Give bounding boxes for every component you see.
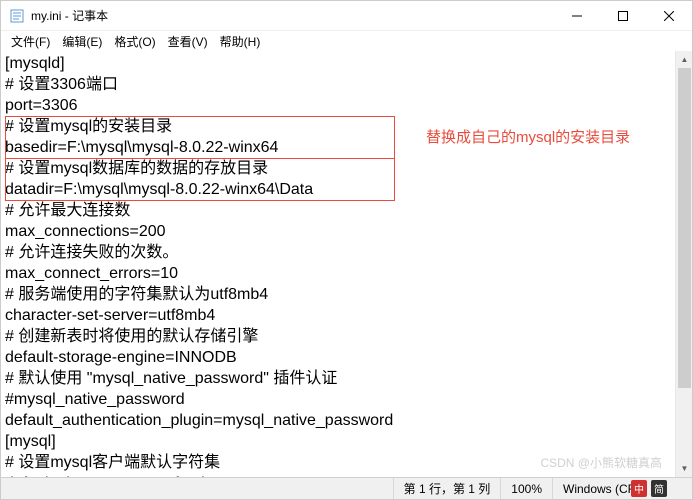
status-encoding: Windows (CR 中 简	[552, 478, 692, 499]
window-controls	[554, 1, 692, 30]
scroll-up-button[interactable]: ▲	[676, 51, 692, 68]
vertical-scrollbar[interactable]: ▲ ▼	[675, 51, 692, 477]
menu-format[interactable]: 格式(O)	[108, 31, 161, 52]
ime-indicator: 中 简	[631, 480, 667, 497]
app-icon	[9, 8, 25, 24]
menu-edit[interactable]: 编辑(E)	[56, 31, 108, 52]
text-content[interactable]: [mysqld] # 设置3306端口 port=3306 # 设置mysql的…	[1, 51, 675, 477]
window-title: my.ini - 记事本	[31, 7, 554, 24]
menu-help[interactable]: 帮助(H)	[214, 31, 267, 52]
menu-view[interactable]: 查看(V)	[162, 31, 214, 52]
scroll-down-button[interactable]: ▼	[676, 460, 692, 477]
editor-area: [mysqld] # 设置3306端口 port=3306 # 设置mysql的…	[1, 51, 692, 477]
menu-file[interactable]: 文件(F)	[5, 31, 56, 52]
ime-lang: 中	[631, 480, 647, 497]
menu-bar: 文件(F) 编辑(E) 格式(O) 查看(V) 帮助(H)	[1, 31, 692, 51]
scroll-thumb[interactable]	[678, 68, 691, 388]
status-zoom: 100%	[500, 478, 552, 499]
minimize-button[interactable]	[554, 1, 600, 31]
maximize-button[interactable]	[600, 1, 646, 31]
close-button[interactable]	[646, 1, 692, 31]
title-bar: my.ini - 记事本	[1, 1, 692, 31]
status-position: 第 1 行，第 1 列	[393, 478, 501, 499]
ime-mode: 简	[651, 480, 667, 497]
status-bar: 第 1 行，第 1 列 100% Windows (CR 中 简	[1, 477, 692, 499]
